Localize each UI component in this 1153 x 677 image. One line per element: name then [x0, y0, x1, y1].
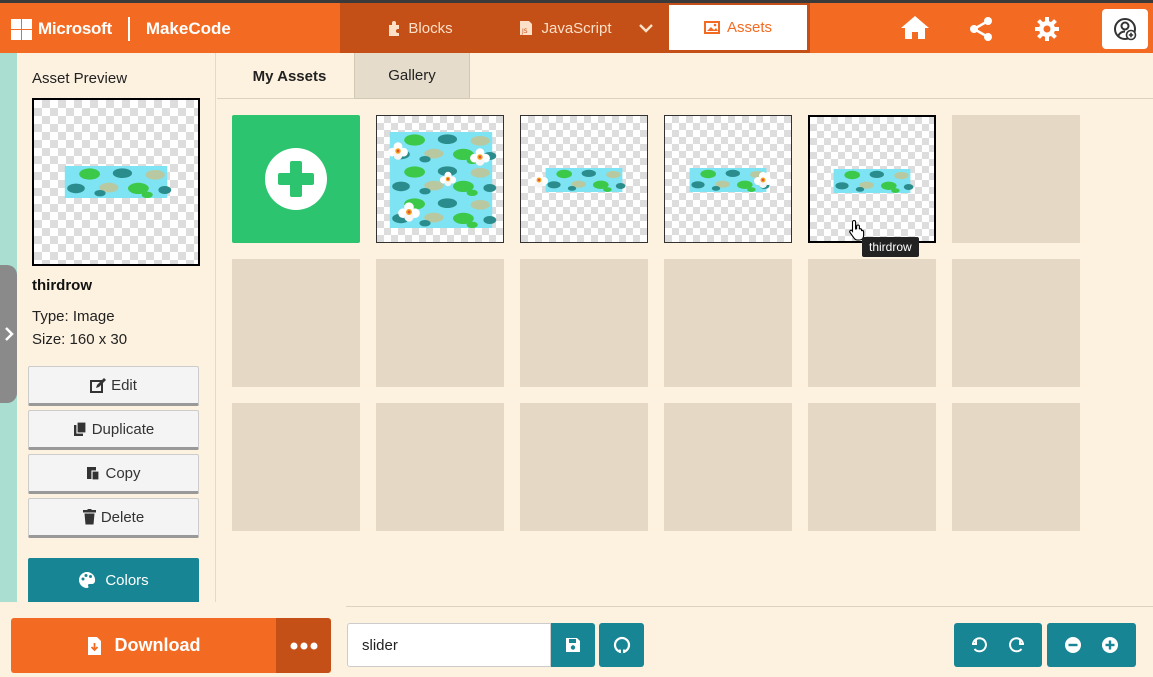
language-dropdown-button[interactable] — [630, 3, 668, 53]
empty-asset-slot — [232, 259, 360, 387]
zoom-in-icon[interactable] — [1101, 636, 1119, 654]
puzzle-icon — [389, 21, 400, 36]
empty-asset-slot — [952, 115, 1080, 243]
empty-asset-slot — [808, 259, 936, 387]
tab-javascript-label: JavaScript — [541, 19, 612, 37]
colors-button[interactable]: Colors — [28, 558, 199, 602]
chevron-down-icon — [638, 24, 653, 33]
asset-preview-image — [32, 98, 200, 266]
empty-asset-slot — [664, 259, 792, 387]
tab-blocks[interactable]: Blocks — [340, 3, 500, 53]
delete-button-label: Delete — [100, 508, 145, 526]
download-button-label: Download — [114, 635, 201, 655]
save-icon — [566, 638, 580, 652]
brand[interactable]: Microsoft MakeCode — [11, 17, 231, 41]
share-icon[interactable] — [968, 16, 994, 42]
asset-card-selected[interactable] — [808, 115, 936, 243]
asset-tooltip: thirdrow — [862, 237, 919, 257]
empty-asset-slot — [520, 259, 648, 387]
account-button[interactable] — [1102, 9, 1148, 49]
download-options-button[interactable] — [276, 618, 331, 673]
pond-tile-thumbnail — [388, 132, 497, 228]
redo-icon[interactable] — [1007, 637, 1025, 653]
microsoft-logo-icon — [11, 18, 32, 40]
zoom-out-icon[interactable] — [1064, 636, 1082, 654]
pond-row-thumbnail — [833, 169, 914, 193]
empty-asset-slot — [952, 259, 1080, 387]
empty-asset-slot — [376, 259, 504, 387]
project-name-input[interactable] — [347, 623, 551, 667]
asset-size: Size: 160 x 30 — [32, 331, 128, 348]
edit-icon — [90, 377, 107, 393]
asset-preview-title: Asset Preview — [32, 70, 128, 87]
undo-icon[interactable] — [971, 637, 989, 653]
asset-card[interactable] — [520, 115, 648, 243]
asset-card[interactable] — [664, 115, 792, 243]
duplicate-button-label: Duplicate — [91, 420, 155, 438]
trash-icon — [82, 509, 96, 525]
gear-icon[interactable] — [1034, 16, 1060, 42]
github-button[interactable] — [599, 623, 644, 667]
brand-company: Microsoft — [38, 19, 112, 38]
empty-asset-slot — [376, 403, 504, 531]
asset-type: Type: Image — [32, 308, 115, 325]
download-icon — [87, 636, 101, 655]
zoom-group — [1047, 623, 1136, 667]
asset-tabs: My Assets Gallery — [217, 53, 1153, 99]
asset-name: thirdrow — [32, 277, 92, 294]
tab-assets-label: Assets — [726, 19, 772, 36]
clipboard-icon — [87, 467, 101, 481]
asset-sidebar: Asset Preview thirdrow Type: Image Size:… — [17, 53, 216, 602]
empty-asset-slot — [520, 403, 648, 531]
tab-assets[interactable]: Assets — [668, 4, 808, 51]
brand-divider — [127, 17, 130, 41]
delete-button[interactable]: Delete — [28, 498, 199, 538]
new-asset-button[interactable] — [232, 115, 360, 243]
account-icon — [1114, 18, 1137, 41]
brand-product: MakeCode — [145, 19, 231, 38]
github-icon — [613, 636, 630, 654]
colors-button-label: Colors — [105, 571, 149, 589]
svg-text:JS: JS — [521, 28, 528, 35]
palette-icon — [79, 571, 96, 588]
asset-card[interactable] — [376, 115, 504, 243]
ellipsis-icon — [290, 642, 317, 649]
js-icon: JS — [520, 21, 533, 35]
expand-sidebar-button[interactable] — [0, 265, 17, 403]
chevron-right-icon — [4, 327, 14, 341]
plus-circle-icon — [265, 148, 327, 210]
pond-row-thumbnail — [689, 168, 772, 192]
tab-javascript[interactable]: JS JavaScript — [500, 3, 630, 53]
asset-preview-pond-image — [64, 166, 172, 198]
toolbar-divider — [346, 606, 1153, 607]
top-menu-bar: Microsoft MakeCode Blocks JS JavaScript … — [0, 0, 1153, 53]
home-icon[interactable] — [900, 14, 930, 40]
duplicate-icon — [73, 421, 87, 436]
duplicate-button[interactable]: Duplicate — [28, 410, 199, 450]
empty-asset-slot — [808, 403, 936, 531]
empty-asset-slot — [952, 403, 1080, 531]
pond-row-thumbnail — [530, 168, 626, 192]
editor-toggle: Blocks JS JavaScript Assets — [340, 3, 810, 53]
save-button[interactable] — [551, 623, 595, 667]
tab-my-assets[interactable]: My Assets — [227, 53, 352, 99]
copy-button-label: Copy — [105, 464, 141, 482]
empty-asset-slot — [664, 403, 792, 531]
edit-button[interactable]: Edit — [28, 366, 199, 406]
tab-blocks-label: Blocks — [408, 19, 453, 37]
tab-gallery[interactable]: Gallery — [354, 53, 470, 99]
copy-button[interactable]: Copy — [28, 454, 199, 494]
image-icon — [703, 21, 720, 34]
download-button[interactable]: Download — [11, 618, 276, 673]
undo-redo-group — [954, 623, 1042, 667]
edit-button-label: Edit — [111, 376, 137, 394]
empty-asset-slot — [232, 403, 360, 531]
